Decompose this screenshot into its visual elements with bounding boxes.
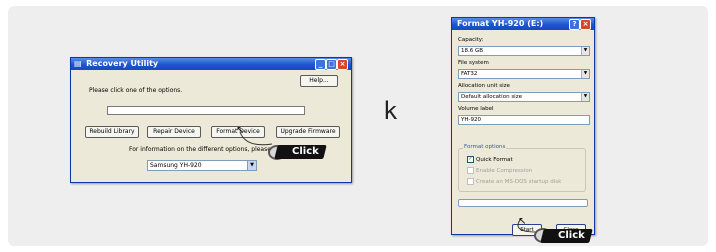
allocation-value: Default allocation size (461, 94, 522, 100)
checkbox-box (467, 178, 474, 185)
separator-letter: k (383, 97, 398, 125)
app-icon: ▤ (74, 59, 82, 68)
device-select[interactable]: Samsung YH-920 ▼ (147, 160, 257, 171)
allocation-select[interactable]: Default allocation size ▼ (458, 92, 590, 102)
volume-label: Volume label (458, 106, 494, 112)
checkmark-icon: ✓ (467, 156, 474, 163)
device-select-value: Samsung YH-920 (150, 162, 202, 169)
checkbox-box (467, 167, 474, 174)
dialog-title: Format YH-920 (E:) (457, 19, 544, 28)
progress-bar (107, 106, 305, 115)
format-dialog: Format YH-920 (E:) ? × Capacity: 18.6 GB… (451, 17, 595, 236)
quick-format-checkbox[interactable]: ✓ Quick Format (467, 156, 513, 163)
repair-device-button[interactable]: Repair Device (147, 126, 201, 138)
filesystem-label: File system (458, 60, 489, 66)
capacity-select[interactable]: 18.6 GB ▼ (458, 46, 590, 56)
click-badge: Click (274, 145, 327, 159)
enable-compression-label: Enable Compression (476, 168, 533, 174)
upgrade-firmware-button[interactable]: Upgrade Firmware (276, 126, 340, 138)
help-button[interactable]: Help... (300, 75, 338, 87)
recovery-utility-window: ▤ Recovery Utility _ □ × Help... Please … (70, 57, 352, 183)
capacity-value: 18.6 GB (461, 48, 484, 54)
click-badge: Click (540, 229, 593, 243)
title-bar: ▤ Recovery Utility _ □ × (71, 58, 351, 70)
filesystem-select[interactable]: FAT32 ▼ (458, 69, 590, 79)
volume-value: YH-920 (461, 117, 481, 123)
close-button[interactable]: × (337, 59, 348, 70)
volume-input[interactable]: YH-920 (458, 115, 590, 125)
chevron-down-icon[interactable]: ▼ (247, 161, 256, 170)
window-title: Recovery Utility (86, 59, 159, 68)
minimize-button[interactable]: _ (315, 59, 326, 70)
chevron-down-icon[interactable]: ▼ (581, 93, 589, 101)
chevron-down-icon[interactable]: ▼ (581, 47, 589, 55)
allocation-label: Allocation unit size (458, 83, 510, 89)
help-icon[interactable]: ? (569, 19, 580, 30)
msdos-startup-checkbox: Create an MS-DOS startup disk (467, 178, 561, 185)
enable-compression-checkbox: Enable Compression (467, 167, 532, 174)
filesystem-value: FAT32 (461, 71, 478, 77)
capacity-label: Capacity: (458, 37, 484, 43)
format-options-label: Format options (463, 144, 507, 150)
quick-format-label: Quick Format (476, 157, 513, 163)
rebuild-library-button[interactable]: Rebuild Library (85, 126, 139, 138)
prompt-text: Please click one of the options. (89, 87, 183, 94)
format-progress-bar (458, 199, 588, 207)
dialog-title-bar: Format YH-920 (E:) ? × (452, 18, 594, 30)
format-options-group: Format options ✓ Quick Format Enable Comp… (458, 144, 586, 192)
maximize-button[interactable]: □ (326, 59, 337, 70)
chevron-down-icon[interactable]: ▼ (581, 70, 589, 78)
msdos-startup-label: Create an MS-DOS startup disk (476, 179, 562, 185)
dialog-close-button[interactable]: × (580, 19, 591, 30)
